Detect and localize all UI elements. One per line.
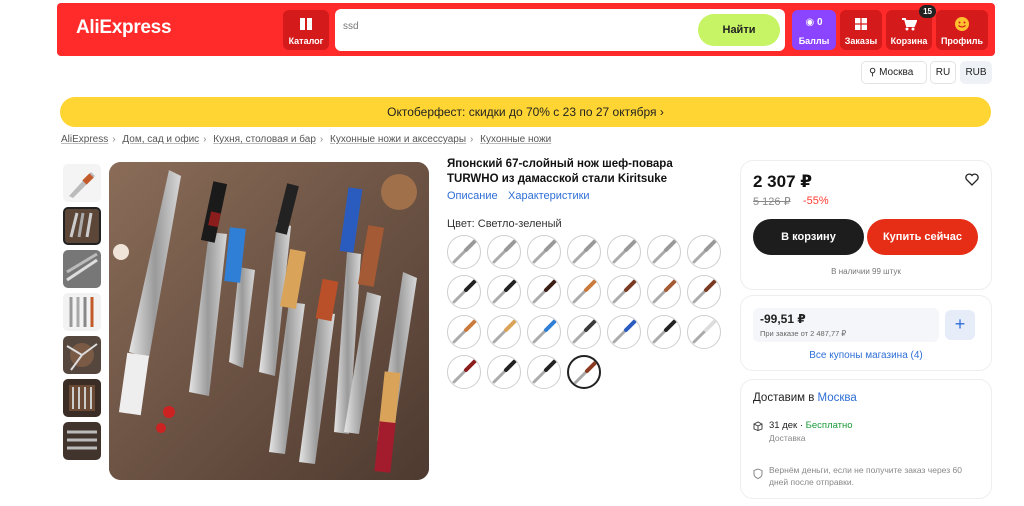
smiley-icon (955, 17, 969, 31)
product-thumbnail[interactable] (63, 164, 101, 202)
box-icon (753, 421, 763, 431)
profile-label: Профиль (940, 36, 984, 46)
shield-icon (753, 468, 763, 479)
delivery-title: Доставим в Москва (753, 392, 857, 404)
color-swatch[interactable] (447, 355, 481, 389)
city-selector[interactable]: ⚲ Москва (861, 61, 927, 84)
heart-icon[interactable] (965, 173, 979, 186)
product-main-image[interactable] (109, 162, 429, 480)
add-coupon-button[interactable]: + (945, 310, 975, 340)
search-input[interactable] (343, 21, 683, 32)
tab-specifications[interactable]: Характеристики (508, 190, 590, 202)
breadcrumb-item[interactable]: AliExpress (61, 134, 108, 145)
color-swatch[interactable] (607, 235, 641, 269)
stock-text: В наличии 99 штук (831, 267, 901, 276)
delivery-date: 31 дек · Бесплатно (769, 420, 853, 431)
chevron-right-icon: › (319, 134, 324, 145)
color-swatch[interactable] (567, 235, 601, 269)
product-thumbnail[interactable] (63, 207, 101, 245)
tab-description[interactable]: Описание (447, 190, 498, 202)
catalog-button[interactable]: Каталог (283, 10, 329, 50)
color-swatch[interactable] (687, 275, 721, 309)
color-swatch[interactable] (567, 355, 601, 389)
color-swatch[interactable] (647, 315, 681, 349)
breadcrumb: AliExpress › Дом, сад и офис › Кухня, стол… (61, 134, 551, 145)
color-swatch[interactable] (607, 315, 641, 349)
chevron-right-icon: › (203, 134, 207, 145)
location-pin-icon: ⚲ (869, 67, 877, 78)
buy-now-button[interactable]: Купить сейчас (867, 219, 978, 255)
all-coupons-link[interactable]: Все купоны магазина (4) (741, 350, 991, 361)
search-bar: Найти (335, 9, 785, 51)
cart-icon (902, 18, 917, 31)
product-thumbnail[interactable] (63, 379, 101, 417)
free-delivery: Бесплатно (805, 420, 853, 431)
color-swatch[interactable] (487, 275, 521, 309)
discount-badge: -55% (803, 195, 829, 207)
plus-icon: + (954, 314, 966, 334)
product-thumbnail[interactable] (63, 293, 101, 331)
color-swatch[interactable] (687, 235, 721, 269)
breadcrumb-item[interactable]: Кухонные ножи и аксессуары (330, 134, 466, 145)
color-swatch[interactable] (487, 355, 521, 389)
chevron-right-icon: › (112, 134, 116, 145)
coin-icon: ◉ (805, 17, 817, 28)
color-swatch[interactable] (447, 275, 481, 309)
aliexpress-logo[interactable]: AliExpress (76, 17, 172, 39)
catalog-label: Каталог (288, 36, 324, 46)
book-icon (300, 18, 312, 30)
color-swatch[interactable] (687, 315, 721, 349)
delivery-subtext: Доставка (769, 433, 806, 443)
coupon-condition: При заказе от 2 487,77 ₽ (760, 329, 847, 338)
points-count: ◉ 0 (805, 17, 823, 28)
points-label: Баллы (798, 36, 830, 46)
color-swatch[interactable] (447, 315, 481, 349)
color-swatch[interactable] (447, 235, 481, 269)
site-header: AliExpress Каталог Найти ◉ 0 Баллы Заказ… (57, 3, 995, 56)
refund-guarantee: Вернём деньги, если не получите заказ че… (769, 465, 962, 487)
color-swatch[interactable] (647, 275, 681, 309)
color-label: Цвет: Светло-зеленый (447, 218, 562, 230)
cart-label: Корзина (890, 36, 928, 46)
color-swatch[interactable] (567, 275, 601, 309)
color-swatch[interactable] (527, 315, 561, 349)
language-selector[interactable]: RU (930, 61, 956, 84)
product-thumbnail[interactable] (63, 336, 101, 374)
coupon-card: -99,51 ₽ При заказе от 2 487,77 ₽ + Все … (741, 296, 991, 370)
product-thumbnail[interactable] (63, 250, 101, 288)
coupon-amount: -99,51 ₽ (760, 312, 806, 326)
cart-button[interactable]: 15 Корзина (886, 5, 936, 50)
current-price: 2 307 ₽ (753, 172, 813, 191)
color-swatch[interactable] (567, 315, 601, 349)
coupon: -99,51 ₽ При заказе от 2 487,77 ₽ (753, 308, 939, 342)
currency-selector[interactable]: RUB (960, 61, 992, 84)
breadcrumb-item[interactable]: Дом, сад и офис (122, 134, 199, 145)
delivery-card: Доставим в Москва 31 дек · Бесплатно Дос… (741, 380, 991, 498)
cart-badge: 15 (919, 5, 936, 18)
color-swatch[interactable] (487, 315, 521, 349)
color-swatch[interactable] (647, 235, 681, 269)
promo-banner[interactable]: Октоберфест: скидки до 70% с 23 по 27 ок… (60, 97, 991, 127)
box-icon (855, 18, 867, 30)
breadcrumb-item[interactable]: Кухня, столовая и бар (213, 134, 316, 145)
color-swatch[interactable] (607, 275, 641, 309)
add-to-cart-button[interactable]: В корзину (753, 219, 864, 255)
points-button[interactable]: ◉ 0 Баллы (792, 10, 836, 50)
color-swatch[interactable] (527, 355, 561, 389)
search-button[interactable]: Найти (698, 14, 780, 46)
color-swatch[interactable] (527, 275, 561, 309)
orders-button[interactable]: Заказы (840, 10, 882, 50)
product-thumbnail[interactable] (63, 422, 101, 460)
profile-button[interactable]: Профиль (936, 10, 988, 50)
chevron-right-icon: › (470, 134, 474, 145)
price-card: 2 307 ₽ 5 126 ₽ -55% В корзину Купить се… (741, 161, 991, 289)
color-swatch[interactable] (527, 235, 561, 269)
orders-label: Заказы (844, 36, 878, 46)
product-title: Японский 67-слойный нож шеф-повара TURWH… (447, 158, 673, 185)
breadcrumb-item[interactable]: Кухонные ножи (480, 134, 551, 145)
delivery-city-link[interactable]: Москва (818, 392, 857, 404)
old-price: 5 126 ₽ (753, 196, 791, 208)
chevron-right-icon: › (659, 105, 664, 119)
color-swatch[interactable] (487, 235, 521, 269)
